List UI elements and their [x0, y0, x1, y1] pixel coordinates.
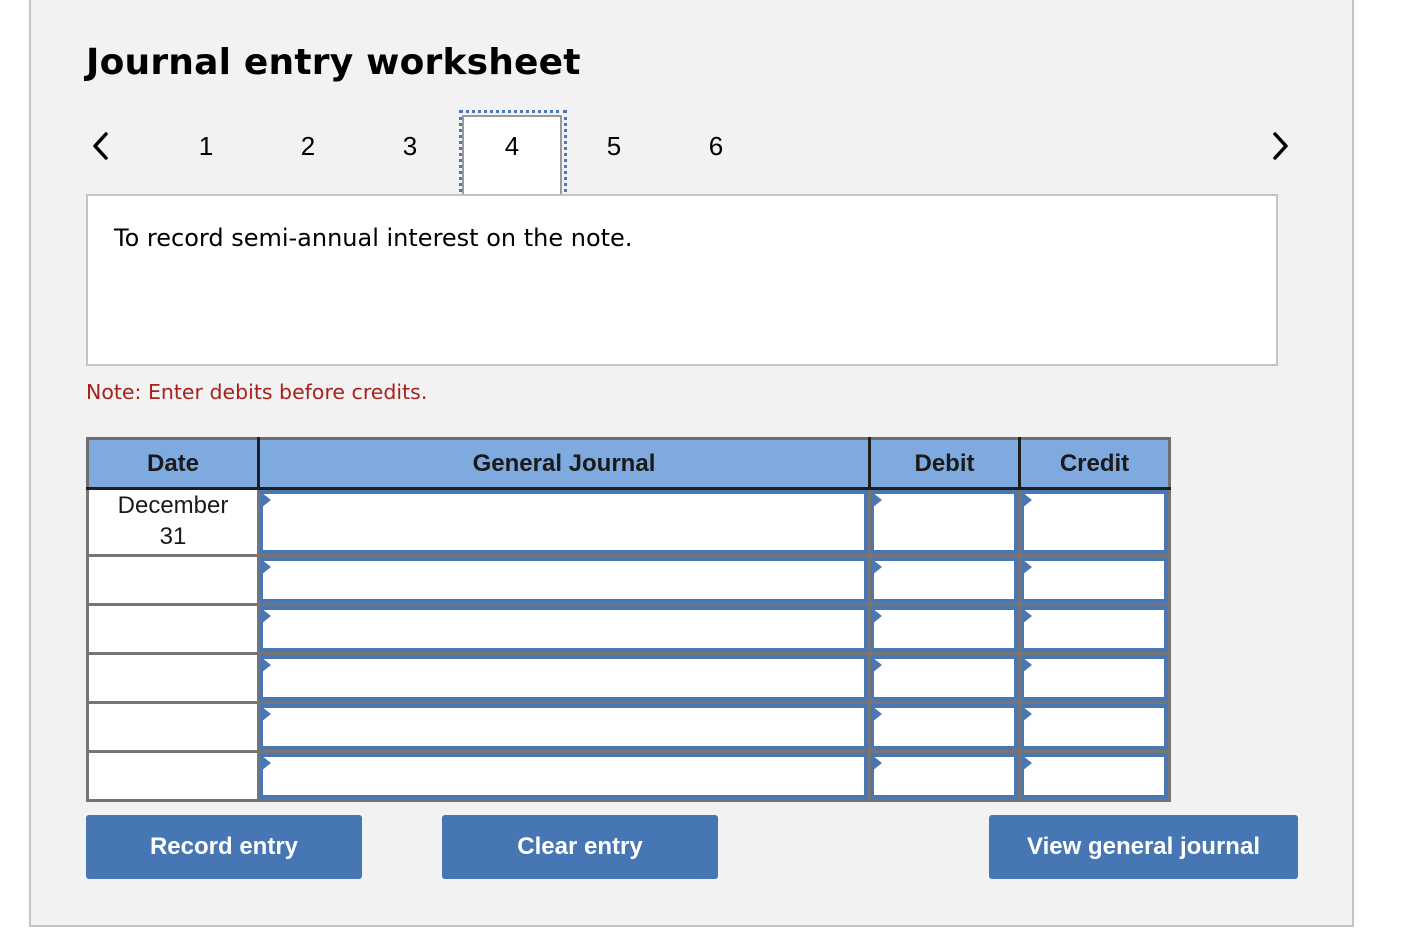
header-credit: Credit — [1018, 437, 1171, 490]
page-tab-1[interactable]: 1 — [186, 128, 226, 164]
chevron-left-icon — [93, 132, 108, 160]
account-cell — [257, 554, 871, 606]
table-row: December 31 — [86, 487, 1171, 557]
debit-cell — [868, 487, 1021, 557]
header-general-journal: General Journal — [257, 437, 871, 490]
debit-cell — [868, 750, 1021, 802]
input-flag-icon — [1022, 657, 1032, 673]
date-cell: December 31 — [86, 487, 260, 557]
input-flag-icon — [1022, 755, 1032, 771]
credit-cell — [1018, 487, 1171, 557]
account-input[interactable] — [260, 606, 868, 652]
view-general-journal-button[interactable]: View general journal — [989, 815, 1298, 879]
debit-cell — [868, 652, 1021, 704]
table-row — [86, 603, 1171, 655]
credit-cell — [1018, 603, 1171, 655]
debit-input[interactable] — [871, 655, 1018, 701]
debit-cell — [868, 554, 1021, 606]
input-flag-icon — [872, 559, 882, 575]
clear-entry-button[interactable]: Clear entry — [442, 815, 718, 879]
debit-input[interactable] — [871, 606, 1018, 652]
credit-input[interactable] — [1021, 606, 1168, 652]
credit-input[interactable] — [1021, 557, 1168, 603]
credit-cell — [1018, 652, 1171, 704]
credit-cell — [1018, 750, 1171, 802]
page-tab-5[interactable]: 5 — [594, 128, 634, 164]
header-date: Date — [86, 437, 260, 490]
table-row — [86, 554, 1171, 606]
account-cell — [257, 487, 871, 557]
debit-input[interactable] — [871, 753, 1018, 799]
page-tab-6[interactable]: 6 — [696, 128, 736, 164]
credit-input[interactable] — [1021, 753, 1168, 799]
table-row — [86, 652, 1171, 704]
next-page-button[interactable] — [1265, 126, 1295, 166]
debit-input[interactable] — [871, 704, 1018, 750]
input-flag-icon — [1022, 559, 1032, 575]
dropdown-flag-icon — [261, 755, 271, 771]
table-row — [86, 750, 1171, 802]
date-cell — [86, 603, 260, 655]
credit-input[interactable] — [1021, 490, 1168, 554]
description-box — [86, 194, 1278, 366]
account-cell — [257, 652, 871, 704]
input-flag-icon — [872, 657, 882, 673]
account-input[interactable] — [260, 655, 868, 701]
credit-cell — [1018, 554, 1171, 606]
debit-cell — [868, 603, 1021, 655]
debit-input[interactable] — [871, 557, 1018, 603]
account-input[interactable] — [260, 753, 868, 799]
account-cell — [257, 603, 871, 655]
debit-input[interactable] — [871, 490, 1018, 554]
page-tab-2[interactable]: 2 — [288, 128, 328, 164]
input-flag-icon — [872, 608, 882, 624]
date-cell — [86, 652, 260, 704]
credit-input[interactable] — [1021, 704, 1168, 750]
input-flag-icon — [872, 492, 882, 508]
account-input[interactable] — [260, 704, 868, 750]
dropdown-flag-icon — [261, 492, 271, 508]
date-cell — [86, 554, 260, 606]
header-debit: Debit — [868, 437, 1021, 490]
page-tab-4[interactable]: 4 — [492, 128, 532, 164]
page-title: Journal entry worksheet — [86, 42, 581, 83]
input-flag-icon — [872, 706, 882, 722]
dropdown-flag-icon — [261, 608, 271, 624]
account-cell — [257, 701, 871, 753]
date-day: 31 — [159, 523, 187, 550]
credit-input[interactable] — [1021, 655, 1168, 701]
dropdown-flag-icon — [261, 706, 271, 722]
input-flag-icon — [1022, 492, 1032, 508]
date-cell — [86, 701, 260, 753]
note-text: Note: Enter debits before credits. — [86, 380, 428, 404]
table-row — [86, 701, 1171, 753]
account-cell — [257, 750, 871, 802]
input-flag-icon — [1022, 706, 1032, 722]
prev-page-button[interactable] — [86, 126, 116, 166]
credit-cell — [1018, 701, 1171, 753]
dropdown-flag-icon — [261, 657, 271, 673]
debit-cell — [868, 701, 1021, 753]
date-cell — [86, 750, 260, 802]
account-input[interactable] — [260, 557, 868, 603]
input-flag-icon — [872, 755, 882, 771]
description-text: To record semi-annual interest on the no… — [114, 224, 633, 252]
table-header-row: Date General Journal Debit Credit — [86, 437, 1171, 490]
page-tab-3[interactable]: 3 — [390, 128, 430, 164]
dropdown-flag-icon — [261, 559, 271, 575]
journal-table: Date General Journal Debit Credit Decemb… — [86, 437, 1171, 802]
record-entry-button[interactable]: Record entry — [86, 815, 362, 879]
input-flag-icon — [1022, 608, 1032, 624]
chevron-right-icon — [1273, 132, 1288, 160]
date-month: December — [117, 492, 229, 519]
account-input[interactable] — [260, 490, 868, 554]
